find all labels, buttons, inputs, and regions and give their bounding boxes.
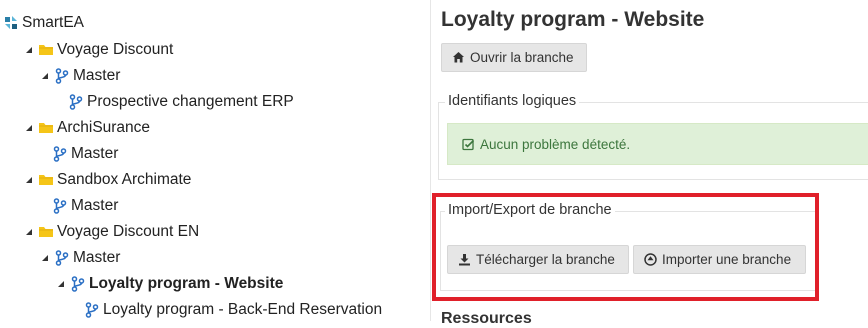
tree-node-master[interactable]: Master bbox=[42, 64, 120, 88]
tree-node-label: Master bbox=[71, 197, 119, 214]
tree-node-sandbox-archimate[interactable]: Sandbox Archimate bbox=[26, 168, 191, 192]
success-alert: Aucun problème détecté. bbox=[447, 123, 868, 165]
tree-node-label: Loyalty program - Website bbox=[89, 275, 284, 292]
tree-node-master[interactable]: Master bbox=[52, 194, 118, 218]
tree-node-label: Master bbox=[73, 67, 121, 84]
caret-expanded-icon[interactable] bbox=[26, 177, 32, 183]
tree-root-label: SmartEA bbox=[22, 14, 85, 31]
tree-node-label: Prospective changement ERP bbox=[87, 93, 294, 110]
tree-node-master[interactable]: Master bbox=[52, 142, 118, 166]
tree-node-archisurance[interactable]: ArchiSurance bbox=[26, 116, 150, 140]
tree-node-label: ArchiSurance bbox=[57, 119, 151, 136]
tree-root[interactable]: SmartEA bbox=[3, 11, 84, 35]
tree-node-label: Loyalty program - Back-End Reservation bbox=[103, 301, 383, 318]
tree-node-master[interactable]: Master bbox=[42, 246, 120, 270]
branch-icon bbox=[70, 276, 86, 292]
check-square-icon bbox=[462, 138, 475, 151]
caret-expanded-icon[interactable] bbox=[58, 281, 64, 287]
tree-node-label: Voyage Discount bbox=[57, 41, 174, 58]
tree-node-voyage-discount-en[interactable]: Voyage Discount EN bbox=[26, 220, 199, 244]
branch-icon bbox=[68, 94, 84, 110]
open-branch-label: Ouvrir la branche bbox=[470, 50, 574, 65]
tree-node-prospective-changement-erp[interactable]: Prospective changement ERP bbox=[68, 90, 294, 114]
tree-node-label: Voyage Discount EN bbox=[57, 223, 200, 240]
branch-icon bbox=[52, 198, 68, 214]
folder-icon bbox=[38, 224, 54, 240]
branch-icon bbox=[54, 68, 70, 84]
caret-expanded-icon[interactable] bbox=[26, 125, 32, 131]
folder-icon bbox=[38, 120, 54, 136]
caret-expanded-icon[interactable] bbox=[26, 229, 32, 235]
tree-node-label: Master bbox=[71, 145, 119, 162]
open-branch-button[interactable]: Ouvrir la branche bbox=[441, 43, 587, 72]
caret-expanded-icon[interactable] bbox=[42, 73, 48, 79]
resources-section-title: Ressources bbox=[441, 310, 532, 327]
tree-node-voyage-discount[interactable]: Voyage Discount bbox=[26, 38, 173, 62]
branch-tree: SmartEA Voyage Discount Master Prospecti… bbox=[0, 0, 430, 321]
branch-icon bbox=[84, 302, 100, 318]
smartea-logo-icon bbox=[3, 15, 19, 31]
home-icon bbox=[452, 51, 465, 64]
tree-node-label: Sandbox Archimate bbox=[57, 171, 192, 188]
tree-node-loyalty-program-back-end-reservation[interactable]: Loyalty program - Back-End Reservation bbox=[84, 298, 382, 322]
page-title: Loyalty program - Website bbox=[441, 8, 705, 31]
caret-expanded-icon[interactable] bbox=[26, 47, 32, 53]
folder-icon bbox=[38, 42, 54, 58]
caret-expanded-icon[interactable] bbox=[42, 255, 48, 261]
alert-text: Aucun problème détecté. bbox=[480, 136, 631, 152]
logical-ids-legend: Identifiants logiques bbox=[445, 93, 580, 109]
panel-divider bbox=[430, 0, 431, 321]
tree-node-loyalty-program-website[interactable]: Loyalty program - Website bbox=[58, 272, 283, 296]
highlight-box bbox=[432, 193, 819, 301]
tree-node-label: Master bbox=[73, 249, 121, 266]
folder-icon bbox=[38, 172, 54, 188]
branch-icon bbox=[52, 146, 68, 162]
branch-icon bbox=[54, 250, 70, 266]
